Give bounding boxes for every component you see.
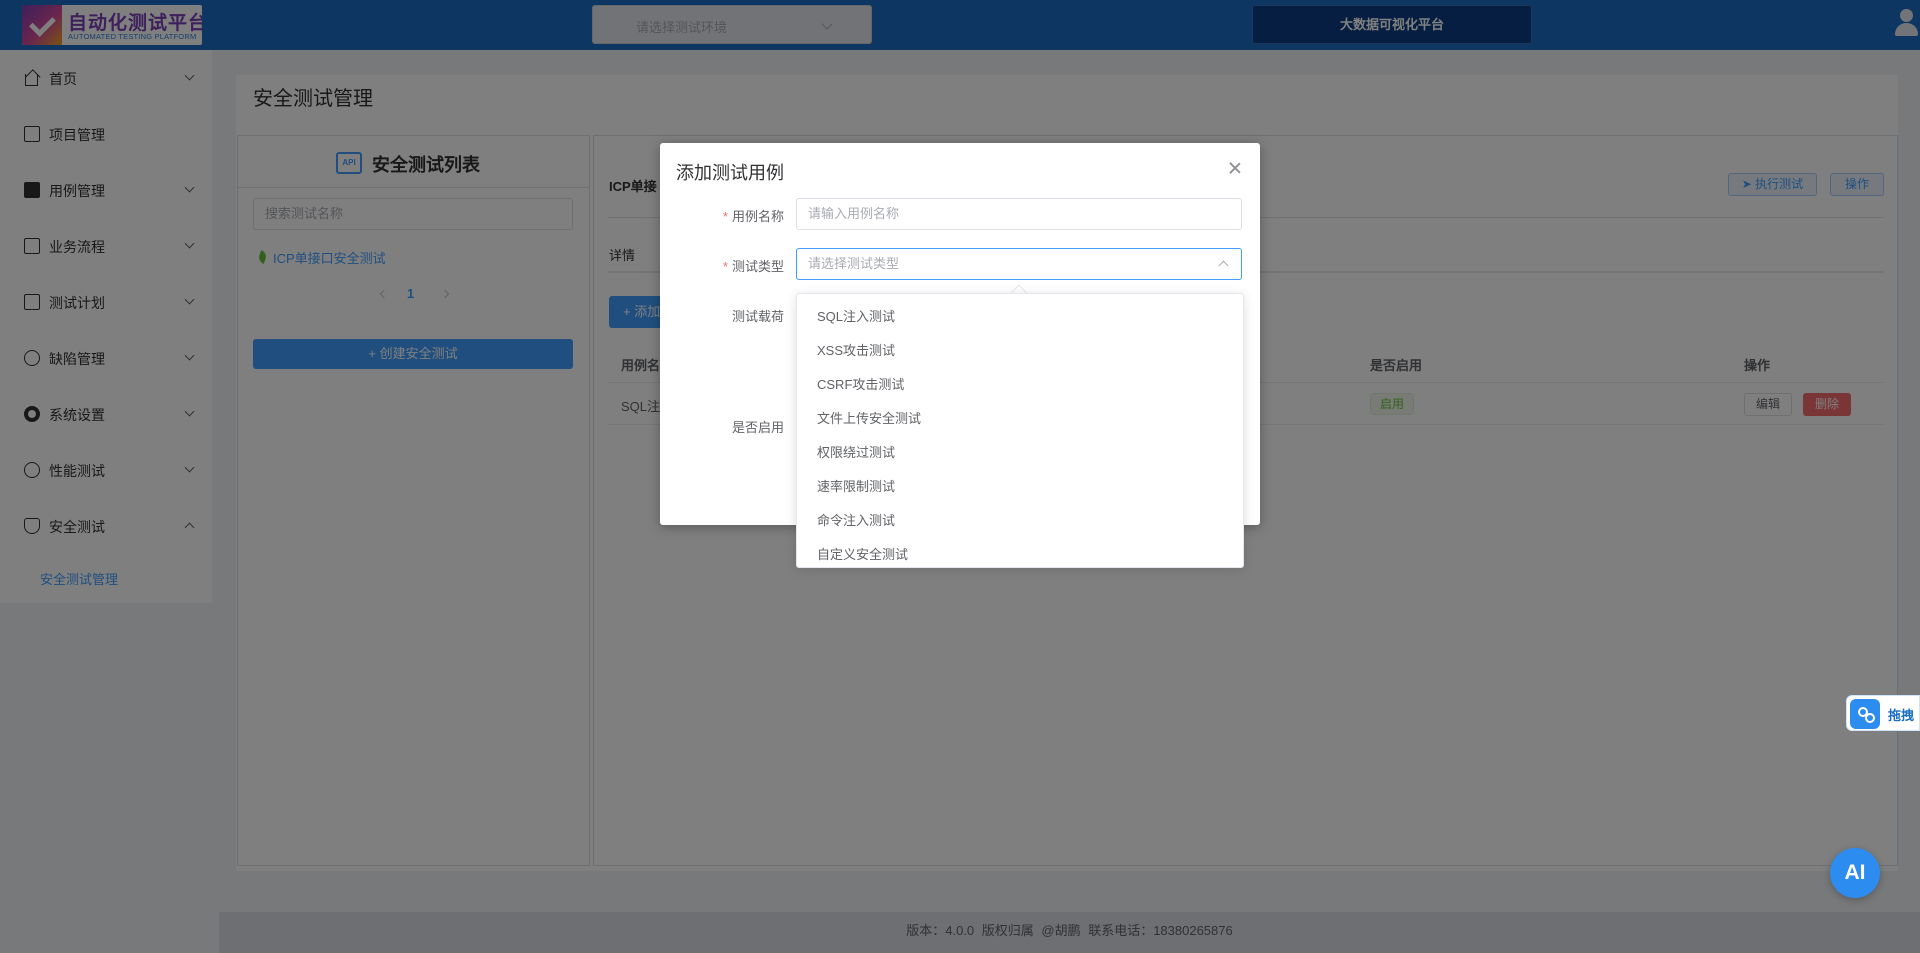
enabled-label: 是否启用 [731,420,784,435]
chevron-up-icon [1218,260,1229,271]
dropdown-option[interactable]: SQL注入测试 [797,300,1243,334]
test-type-label: * 测试类型 [660,256,784,275]
case-name-input[interactable]: 请输入用例名称 [796,198,1242,230]
drag-search-widget[interactable]: 拖拽 [1846,695,1920,731]
required-mark: * [722,209,728,224]
required-mark: * [722,259,728,274]
dropdown-option[interactable]: 速率限制测试 [797,470,1243,504]
dropdown-option[interactable]: 命令注入测试 [797,504,1243,538]
dropdown-option[interactable]: 权限绕过测试 [797,436,1243,470]
drag-widget-label: 拖拽 [1888,708,1915,723]
case-name-label: * 用例名称 [660,206,784,225]
dropdown-option[interactable]: CSRF攻击测试 [797,368,1243,402]
test-payload-label: 测试载荷 [731,309,784,324]
drag-widget-icon [1850,699,1880,729]
dropdown-option[interactable]: XSS攻击测试 [797,334,1243,368]
test-type-dropdown: SQL注入测试 XSS攻击测试 CSRF攻击测试 文件上传安全测试 权限绕过测试… [796,293,1244,568]
test-type-select-placeholder: 请选择测试类型 [808,256,900,271]
ai-assistant-button[interactable]: AI [1830,848,1880,898]
dropdown-option[interactable]: 文件上传安全测试 [797,402,1243,436]
close-icon[interactable] [1228,161,1242,175]
test-type-label-text: 测试类型 [731,259,784,274]
dialog-title: 添加测试用例 [676,163,784,183]
test-type-select[interactable]: 请选择测试类型 [796,248,1242,280]
case-name-label-text: 用例名称 [731,209,784,224]
dropdown-option[interactable]: 自定义安全测试 [797,538,1243,567]
